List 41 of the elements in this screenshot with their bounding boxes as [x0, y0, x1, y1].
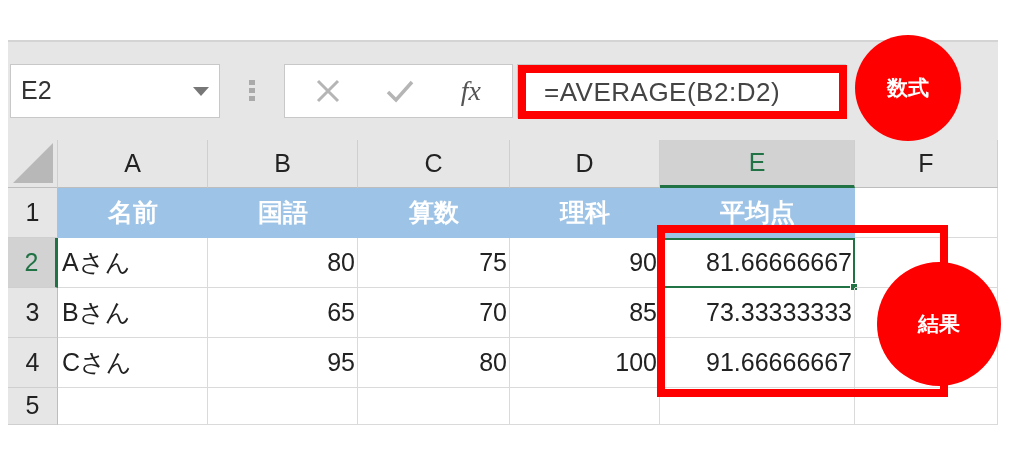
column-header[interactable]: B: [208, 140, 358, 188]
row-header[interactable]: 5: [8, 388, 58, 425]
column-header[interactable]: E: [660, 140, 855, 188]
table-cell: 100: [510, 338, 660, 388]
table-cell: 95: [208, 338, 358, 388]
name-box[interactable]: E2: [10, 64, 220, 118]
formula-text: =AVERAGE(B2:D2): [544, 77, 781, 107]
fill-handle[interactable]: [850, 283, 858, 291]
dropdown-caret-icon[interactable]: [193, 86, 209, 96]
header-cell: 理科: [510, 188, 660, 238]
row-header[interactable]: 3: [8, 288, 58, 338]
active-cell[interactable]: 81.66666667: [660, 238, 855, 288]
row-header[interactable]: 4: [8, 338, 58, 388]
select-all-icon[interactable]: [13, 143, 53, 183]
table-cell: 73.33333333: [660, 288, 855, 338]
cell-reference: E2: [21, 75, 52, 107]
check-icon[interactable]: [386, 79, 415, 103]
table-cell: 90: [510, 238, 660, 288]
table-cell: 75: [358, 238, 510, 288]
column-header[interactable]: F: [855, 140, 998, 188]
table-cell: Aさん: [58, 238, 208, 288]
table-cell: 80: [358, 338, 510, 388]
table-cell: 85: [510, 288, 660, 338]
table-cell: Cさん: [58, 338, 208, 388]
table-cell: 80: [208, 238, 358, 288]
header-cell: 名前: [58, 188, 208, 238]
row-header[interactable]: 2: [8, 238, 58, 288]
column-header[interactable]: D: [510, 140, 660, 188]
cancel-icon[interactable]: [316, 79, 341, 103]
header-cell: 算数: [358, 188, 510, 238]
grip-dots-icon: [249, 80, 255, 102]
table-cell: 70: [358, 288, 510, 338]
header-cell: 国語: [208, 188, 358, 238]
column-header[interactable]: A: [58, 140, 208, 188]
insert-function-button[interactable]: fx: [460, 70, 481, 112]
column-header[interactable]: C: [358, 140, 510, 188]
table-cell: Bさん: [58, 288, 208, 338]
table-cell: 91.66666667: [660, 338, 855, 388]
row-header[interactable]: 1: [8, 188, 58, 238]
table-cell: 65: [208, 288, 358, 338]
formula-field[interactable]: =AVERAGE(B2:D2): [517, 64, 846, 118]
